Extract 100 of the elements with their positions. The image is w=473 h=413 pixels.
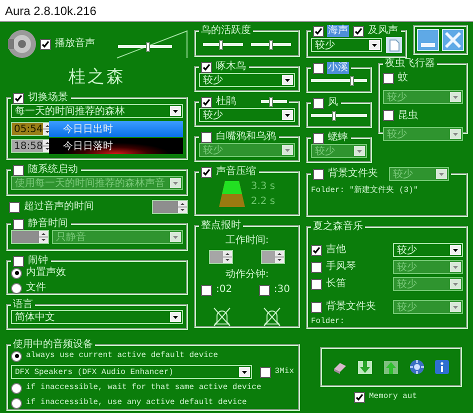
checkbox[interactable]	[201, 96, 212, 108]
radio-button[interactable]	[11, 382, 22, 394]
group-title: 语言	[13, 299, 33, 310]
checkbox-label[interactable]: 长笛	[325, 278, 347, 290]
app-logo-text: 桂之森	[68, 66, 126, 88]
checkbox-label[interactable]: 背景文件夹	[327, 168, 379, 180]
caret-icon	[450, 302, 461, 312]
checkbox-label[interactable]: 白嘴鸦和乌鸦	[215, 131, 277, 143]
radio-label[interactable]: if inaccessible, wait for that same active device	[26, 382, 262, 394]
checkbox[interactable]	[313, 132, 324, 144]
slider-thumb[interactable]	[269, 40, 273, 50]
spin-field[interactable]: 05:54	[11, 122, 49, 136]
meter-drawing	[218, 181, 245, 207]
checkbox[interactable]	[9, 202, 20, 212]
checkbox[interactable]	[313, 168, 324, 180]
checkbox-label[interactable]: 小溪	[327, 62, 349, 74]
caret-icon	[170, 178, 181, 188]
checkbox[interactable]	[353, 26, 364, 36]
checkbox[interactable]	[383, 72, 394, 84]
info-icon[interactable]	[434, 359, 450, 375]
dropdown[interactable]: 简体中文	[11, 310, 183, 324]
checkbox[interactable]	[354, 392, 365, 402]
radio-label[interactable]: always use current active default device	[26, 350, 218, 362]
checkbox[interactable]	[40, 38, 51, 50]
file-button[interactable]	[386, 37, 402, 53]
checkbox[interactable]	[201, 62, 212, 72]
checkbox-label[interactable]: 声音压缩	[215, 166, 257, 178]
dropdown[interactable]: 较少	[199, 108, 295, 122]
checkbox-label[interactable]: 海声	[327, 25, 349, 37]
checkbox[interactable]	[13, 92, 24, 104]
slider-thumb[interactable]	[268, 97, 273, 107]
spin-field[interactable]	[209, 250, 233, 264]
checkbox[interactable]	[311, 278, 322, 290]
checkbox[interactable]	[383, 110, 394, 121]
checkbox-label[interactable]: 背景文件夹	[325, 301, 377, 313]
checkbox-label[interactable]: 切换场景	[27, 92, 69, 104]
checkbox-label[interactable]: 吉他	[325, 244, 347, 256]
spin-arrows-icon[interactable]	[178, 201, 187, 213]
radio-button[interactable]	[11, 398, 22, 408]
slider-thumb[interactable]	[332, 111, 336, 121]
slider-thumb[interactable]	[146, 42, 150, 52]
checkbox[interactable]	[313, 62, 324, 74]
checkbox[interactable]	[13, 218, 24, 230]
checkbox-label[interactable]: 随系统启动	[27, 164, 79, 176]
checkbox-label[interactable]: 风	[327, 97, 339, 109]
checkbox[interactable]	[313, 26, 324, 36]
checkbox-label[interactable]: 手风琴	[325, 261, 357, 273]
checkbox[interactable]	[13, 164, 24, 176]
slider[interactable]	[311, 111, 367, 121]
checkbox-label[interactable]: 蟋蟀	[327, 132, 349, 144]
radio-button[interactable]	[11, 282, 22, 294]
radio-label[interactable]: 文件	[26, 282, 46, 294]
checkbox-label[interactable]: 3Mix	[274, 366, 295, 378]
checkbox[interactable]	[201, 132, 212, 142]
spin-field[interactable]: 18:58	[11, 139, 49, 153]
settings-icon[interactable]	[408, 359, 425, 375]
checkbox[interactable]	[311, 262, 322, 272]
download-icon[interactable]	[357, 359, 374, 375]
checkbox-label[interactable]: 昆虫	[397, 110, 419, 122]
dropdown[interactable]: 较少	[199, 73, 295, 87]
checkbox-label[interactable]: 杜鹃	[215, 96, 237, 108]
spin-arrows-icon[interactable]	[223, 251, 232, 263]
checkbox-label[interactable]: 播放音声	[54, 38, 96, 50]
spin-arrows-icon[interactable]	[275, 251, 284, 263]
radio-button[interactable]	[11, 350, 22, 362]
caret-icon	[282, 110, 293, 120]
dropdown[interactable]: 较少	[393, 243, 463, 257]
dropdown[interactable]: 每一天的时间推荐的森林	[11, 104, 183, 118]
checkbox[interactable]	[260, 366, 271, 378]
spin-arrows-icon[interactable]	[39, 231, 48, 243]
checkbox-label[interactable]: :02	[215, 284, 234, 296]
radio-label[interactable]: 内置声效	[26, 267, 66, 279]
checkbox-label[interactable]: 蚊	[397, 72, 409, 84]
checkbox[interactable]	[201, 166, 212, 178]
spin-field[interactable]	[261, 250, 285, 264]
caret-icon	[170, 106, 181, 116]
checkbox[interactable]	[13, 256, 24, 266]
checkbox-label[interactable]: 啄木鸟	[215, 61, 247, 73]
spin-field[interactable]	[11, 230, 49, 244]
checkbox-label[interactable]: :30	[272, 284, 291, 296]
checkbox-label[interactable]: 静音时间	[27, 218, 69, 230]
group-title: 夏之森音乐	[313, 221, 363, 232]
checkbox[interactable]	[311, 302, 322, 312]
checkbox-label[interactable]: Memory aut	[368, 391, 418, 403]
caret-icon	[450, 279, 461, 289]
radio-label[interactable]: if inaccessible, use any active default device	[26, 397, 247, 409]
checkbox[interactable]	[311, 244, 322, 256]
slider-thumb[interactable]	[219, 40, 224, 50]
dropdown[interactable]: 较少	[311, 38, 382, 52]
checkbox-label[interactable]: 闹钟	[27, 255, 49, 267]
slider-thumb[interactable]	[350, 76, 354, 86]
radio-button[interactable]	[11, 268, 22, 278]
checkbox-label[interactable]: 及风声	[367, 25, 399, 37]
checkbox-label[interactable]: 超过音声的时间	[23, 201, 95, 213]
checkbox[interactable]	[313, 98, 324, 108]
slider[interactable]	[311, 76, 367, 86]
checkbox[interactable]	[201, 284, 212, 296]
spin-field[interactable]	[152, 200, 188, 214]
dropdown[interactable]: DFX Speakers (DFX Audio Enhancer)	[11, 365, 252, 379]
checkbox[interactable]	[258, 284, 270, 296]
